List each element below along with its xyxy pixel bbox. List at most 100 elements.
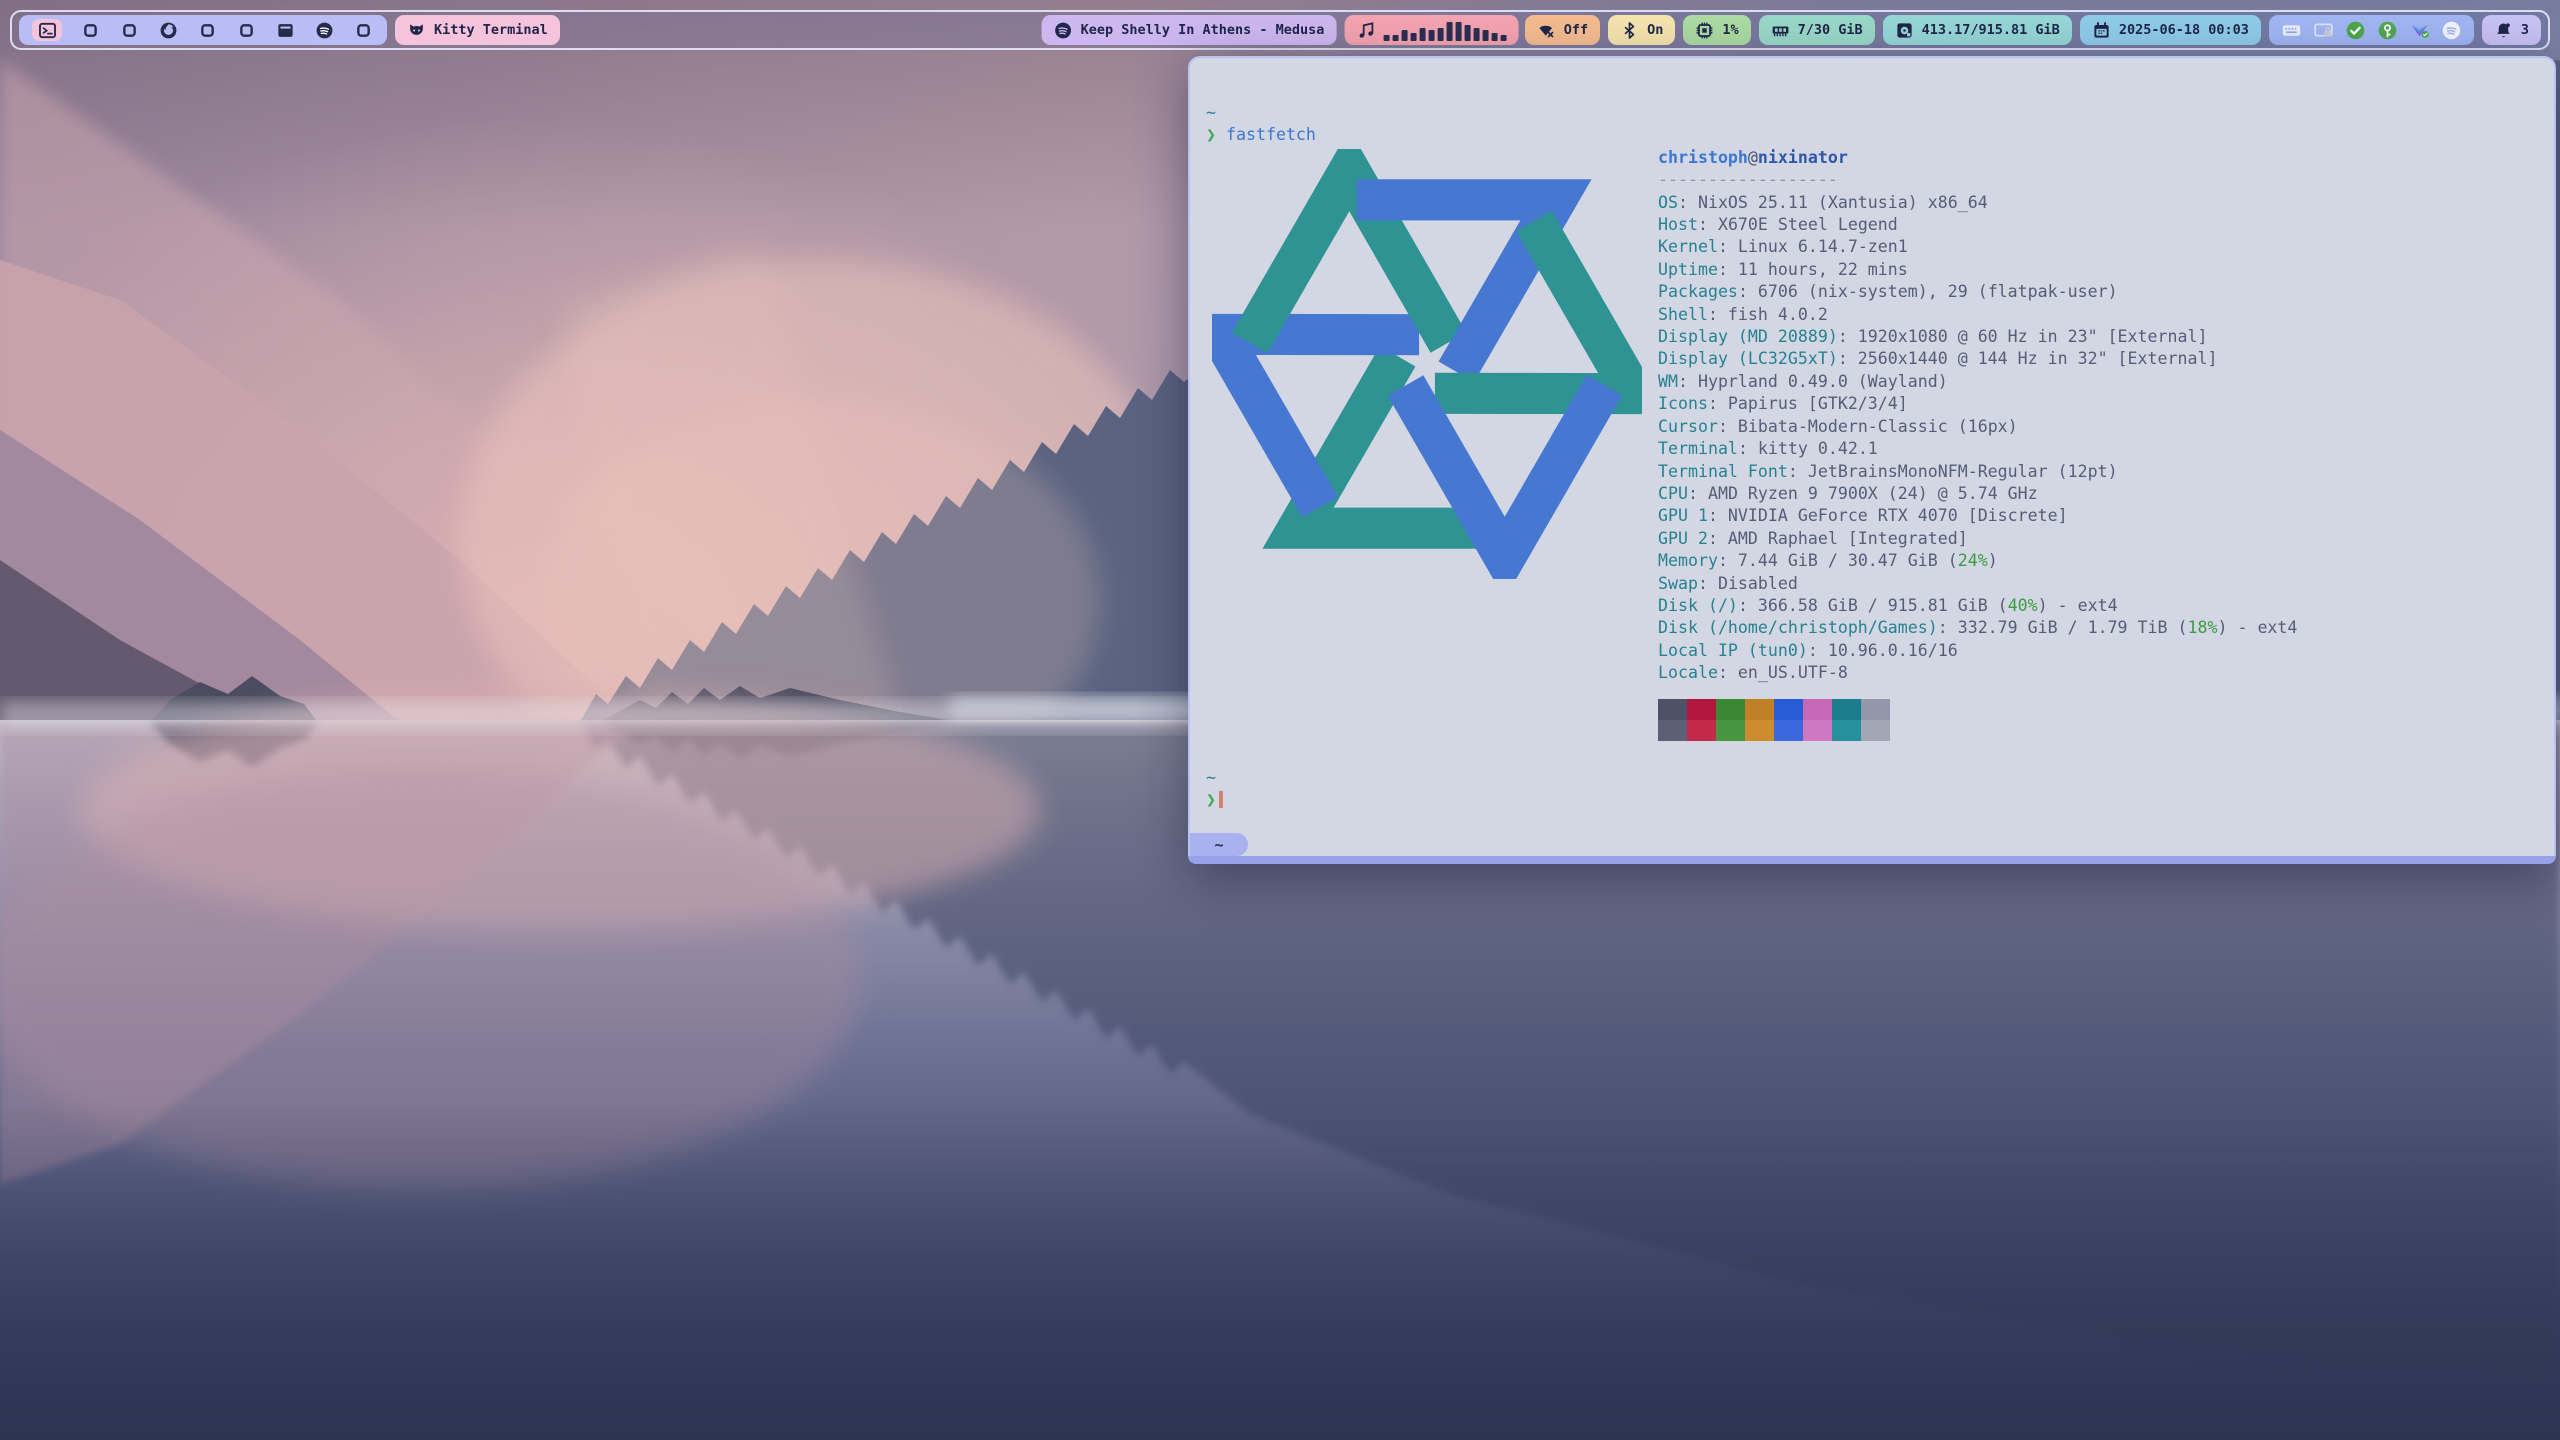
wifi-off-icon — [1537, 21, 1556, 40]
hard-drive-icon — [1895, 21, 1914, 40]
fetch-line: Memory: 7.44 GiB / 30.47 GiB (24%) — [1658, 550, 2540, 572]
palette-swatch — [1832, 720, 1861, 741]
palette-swatch — [1861, 720, 1890, 741]
workspace-7-window-icon[interactable] — [274, 19, 296, 41]
fetch-line: WM: Hyprland 0.49.0 (Wayland) — [1658, 371, 2540, 393]
bluetooth-module[interactable]: On — [1608, 15, 1675, 45]
palette-swatch — [1687, 720, 1716, 741]
fetch-line: Swap: Disabled — [1658, 573, 2540, 595]
system-modules: 85%OffOn1%7/30 GiB413.17/915.81 GiB2025-… — [1441, 15, 2261, 45]
fetch-line: Display (LC32G5xT): 2560x1440 @ 144 Hz i… — [1658, 348, 2540, 370]
fetch-line: Shell: fish 4.0.2 — [1658, 304, 2540, 326]
check-circle-icon[interactable] — [2345, 20, 2366, 41]
palette-swatch — [1687, 699, 1716, 720]
spotify-icon[interactable] — [2441, 20, 2462, 41]
cpu-label: 1% — [1722, 22, 1738, 38]
prompt-command-line: ❯ fastfetch — [1206, 124, 2540, 146]
screen-lock-icon[interactable] — [2313, 20, 2334, 41]
notifications-module[interactable]: 3 — [2482, 15, 2541, 45]
workspace-6-square-icon[interactable] — [235, 19, 257, 41]
visualizer-bar — [1491, 33, 1497, 41]
fetch-line: Display (MD 20889): 1920x1080 @ 60 Hz in… — [1658, 326, 2540, 348]
visualizer-bar — [1437, 28, 1443, 41]
palette-swatch — [1716, 720, 1745, 741]
media-player-module[interactable]: Keep Shelly In Athens - Medusa — [1042, 15, 1337, 45]
visualizer-bar — [1473, 28, 1479, 41]
fetch-line: CPU: AMD Ryzen 9 7900X (24) @ 5.74 GHz — [1658, 483, 2540, 505]
kitty-terminal-window[interactable]: ~ ❯ fastfetch christoph@nixinator-------… — [1188, 56, 2556, 864]
memory-label: 7/30 GiB — [1798, 22, 1863, 38]
visualizer-bar — [1446, 22, 1452, 41]
cpu-module[interactable]: 1% — [1683, 15, 1750, 45]
visualizer-bar — [1482, 30, 1488, 41]
spotify-icon — [1054, 21, 1073, 40]
clock-module[interactable]: 2025-06-18 00:03 — [2080, 15, 2261, 45]
fetch-line: Icons: Papirus [GTK2/3/4] — [1658, 393, 2540, 415]
ram-icon — [1771, 21, 1790, 40]
palette-swatch — [1745, 720, 1774, 741]
workspace-5-square-icon[interactable] — [196, 19, 218, 41]
media-track-label: Keep Shelly In Athens - Medusa — [1081, 22, 1325, 38]
fetch-line: Packages: 6706 (nix-system), 29 (flatpak… — [1658, 281, 2540, 303]
visualizer-bar — [1455, 22, 1461, 41]
fetch-line: Host: X670E Steel Legend — [1658, 214, 2540, 236]
clock-label: 2025-06-18 00:03 — [2119, 22, 2249, 38]
text-cursor — [1219, 791, 1223, 808]
workspace-9-square-icon[interactable] — [352, 19, 374, 41]
cpu-icon — [1695, 21, 1714, 40]
network-module[interactable]: Off — [1525, 15, 1600, 45]
keyboard-icon[interactable] — [2281, 20, 2302, 41]
fetch-line: Uptime: 11 hours, 22 mins — [1658, 259, 2540, 281]
workspace-2-square-icon[interactable] — [79, 19, 101, 41]
palette-swatch — [1861, 699, 1890, 720]
terminal-color-palette — [1658, 699, 2540, 741]
fetch-line: Kernel: Linux 6.14.7-zen1 — [1658, 236, 2540, 258]
palette-swatch — [1803, 720, 1832, 741]
vpn-check-icon[interactable] — [2409, 20, 2430, 41]
bottom-prompt: ~ ❯ — [1206, 767, 2540, 812]
visualizer-bar — [1419, 28, 1425, 41]
active-window-title[interactable]: Kitty Terminal — [395, 15, 560, 45]
fetch-line: Cursor: Bibata-Modern-Classic (16px) — [1658, 416, 2540, 438]
fetch-line: Locale: en_US.UTF-8 — [1658, 662, 2540, 684]
visualizer-bar — [1410, 33, 1416, 41]
bar-center-section: Keep Shelly In Athens - Medusa — [1042, 15, 1519, 45]
bell-icon — [2494, 21, 2513, 40]
disk-module[interactable]: 413.17/915.81 GiB — [1883, 15, 2072, 45]
visualizer-bar — [1383, 35, 1389, 41]
cat-icon — [407, 21, 426, 40]
visualizer-bars — [1383, 19, 1506, 41]
fastfetch-info: christoph@nixinator------------------OS:… — [1658, 147, 2540, 741]
bluetooth-label: On — [1647, 22, 1663, 38]
workspaces-module — [19, 15, 387, 45]
calendar-icon — [2092, 21, 2111, 40]
memory-module[interactable]: 7/30 GiB — [1759, 15, 1875, 45]
fetch-line: Disk (/home/christoph/Games): 332.79 GiB… — [1658, 617, 2540, 639]
visualizer-bar — [1464, 25, 1470, 41]
palette-swatch — [1658, 699, 1687, 720]
fetch-line: OS: NixOS 25.11 (Xantusia) x86_64 — [1658, 192, 2540, 214]
workspace-8-spotify-icon[interactable] — [313, 19, 335, 41]
notification-count: 3 — [2521, 22, 2529, 38]
fetch-line: GPU 2: AMD Raphael [Integrated] — [1658, 528, 2540, 550]
palette-swatch — [1745, 699, 1774, 720]
workspace-4-firefox-icon[interactable] — [157, 19, 179, 41]
fetch-line: Disk (/): 366.58 GiB / 915.81 GiB (40%) … — [1658, 595, 2540, 617]
palette-swatch — [1803, 699, 1832, 720]
workspace-3-square-icon[interactable] — [118, 19, 140, 41]
nixos-logo — [1206, 147, 1658, 585]
status-bar: Kitty Terminal Keep Shelly In Athens - M… — [10, 10, 2550, 50]
fetch-line: GPU 1: NVIDIA GeForce RTX 4070 [Discrete… — [1658, 505, 2540, 527]
window-title-label: Kitty Terminal — [434, 22, 548, 38]
fastfetch-output: christoph@nixinator------------------OS:… — [1206, 147, 2540, 741]
fetch-line: Terminal Font: JetBrainsMonoNFM-Regular … — [1658, 461, 2540, 483]
palette-swatch — [1774, 699, 1803, 720]
terminal-tab[interactable]: ~ — [1190, 833, 1248, 856]
workspace-1-terminal-icon[interactable] — [32, 19, 62, 41]
key-icon[interactable] — [2377, 20, 2398, 41]
visualizer-bar — [1428, 30, 1434, 41]
tab-label: ~ — [1214, 836, 1223, 854]
palette-swatch — [1832, 699, 1861, 720]
visualizer-bar — [1500, 35, 1506, 41]
nixos-snowflake-logo — [1212, 149, 1642, 579]
